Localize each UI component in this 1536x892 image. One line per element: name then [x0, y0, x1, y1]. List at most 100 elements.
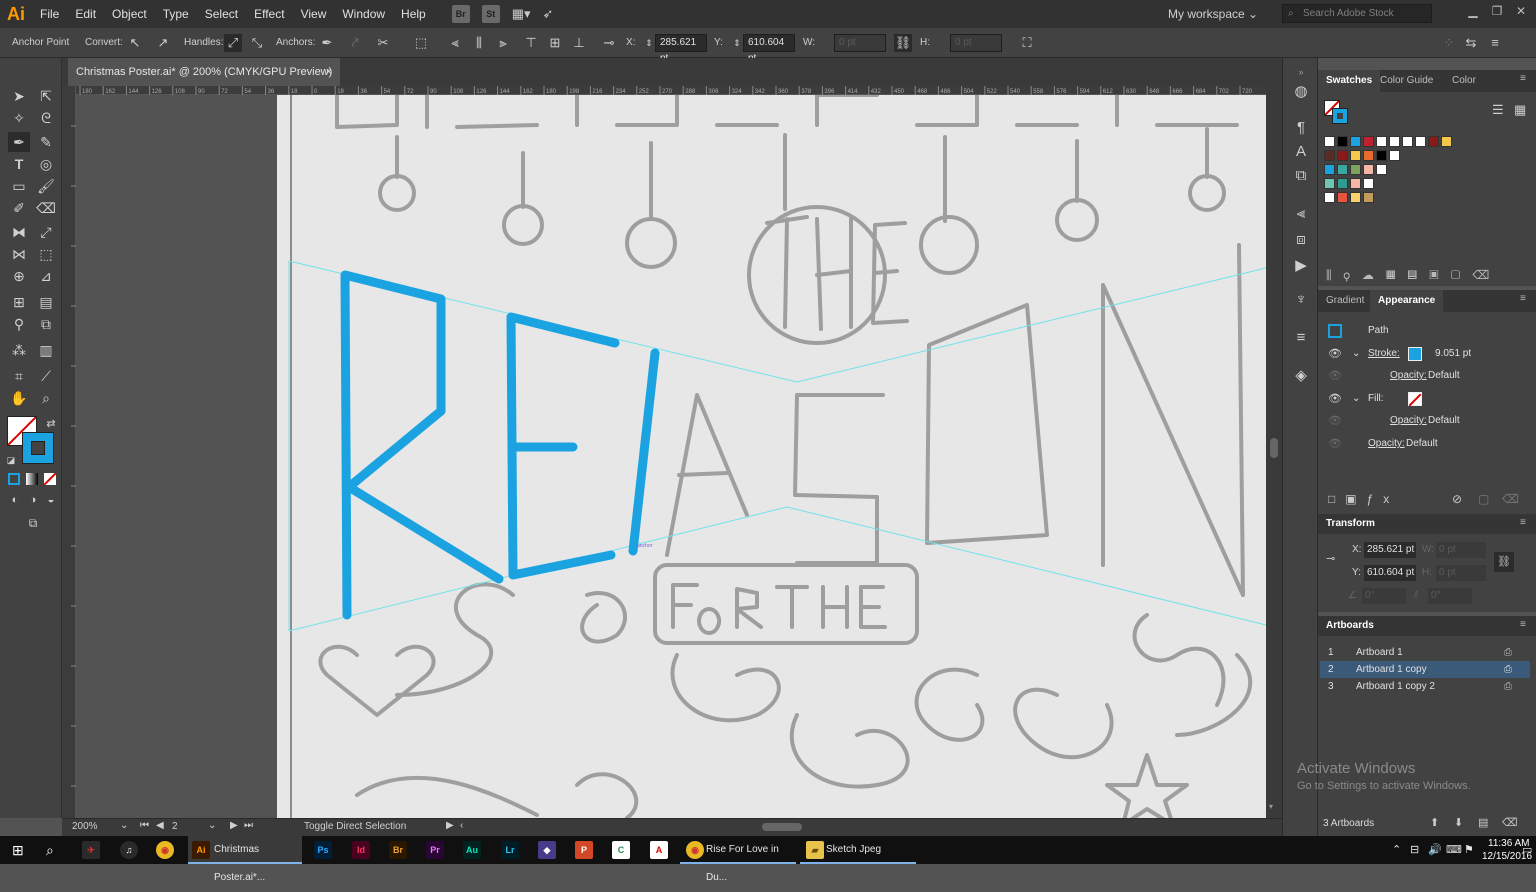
menu-lines-icon[interactable]: ≡: [1291, 328, 1311, 348]
color-swatch[interactable]: [1428, 136, 1439, 147]
artboard-tool-icon[interactable]: ⌗: [8, 366, 30, 386]
x-field[interactable]: 285.621 pt: [655, 34, 707, 64]
constrain-proportions-icon[interactable]: ⛓: [894, 34, 912, 52]
restore-button[interactable]: ❐: [1486, 2, 1508, 20]
transform-w-field[interactable]: 0 pt: [1436, 542, 1486, 558]
align-left-icon[interactable]: ⫷: [446, 34, 464, 52]
artboard-options-icon[interactable]: ⎙: [1504, 644, 1512, 661]
artboard-row[interactable]: 3 Artboard 1 copy 2 ⎙: [1320, 678, 1530, 695]
transform-menu-icon[interactable]: ≡: [1520, 518, 1530, 528]
color-swatch[interactable]: [1441, 136, 1452, 147]
transform-reference-icon[interactable]: ⬚: [412, 34, 430, 52]
artboards-menu-icon[interactable]: ≡: [1520, 620, 1530, 630]
curvature-tool-icon[interactable]: ✎: [35, 132, 57, 152]
artboard-row[interactable]: 1 Artboard 1 ⎙: [1320, 644, 1530, 661]
prev-artboard-icon[interactable]: ◀: [156, 820, 164, 831]
rectangle-tool-icon[interactable]: ▭: [8, 176, 30, 196]
transform-x-field[interactable]: 285.621 pt: [1364, 542, 1416, 558]
h-field[interactable]: 0 pt: [950, 34, 1002, 52]
photoshop-icon[interactable]: Ps: [314, 841, 332, 859]
first-artboard-icon[interactable]: ⏮: [140, 820, 149, 831]
color-swatch[interactable]: [1324, 178, 1335, 189]
color-swatch[interactable]: [1324, 150, 1335, 161]
menu-file[interactable]: File: [32, 0, 67, 28]
stroke-expand-icon[interactable]: ⌄: [1352, 343, 1360, 365]
shape-builder-tool-icon[interactable]: ⊕: [8, 266, 30, 286]
gradient-tool-icon[interactable]: ▤: [35, 292, 57, 312]
color-swatch[interactable]: [1376, 136, 1387, 147]
magic-wand-tool-icon[interactable]: ✧: [8, 108, 30, 128]
puppet-icon[interactable]: ♆: [1291, 290, 1311, 310]
visual-studio-icon[interactable]: ◆: [538, 841, 556, 859]
chrome-icon[interactable]: ◉: [156, 841, 174, 859]
character-icon[interactable]: A: [1291, 142, 1311, 162]
object-opacity-visibility-icon[interactable]: 👁: [1328, 433, 1342, 455]
swap-fill-stroke-icon[interactable]: ⇄: [40, 414, 62, 434]
appearance-menu-icon[interactable]: ≡: [1520, 294, 1530, 304]
color-swatch[interactable]: [1363, 192, 1374, 203]
arrange-icon[interactable]: ⁘: [1440, 34, 1458, 52]
convert-smooth-icon[interactable]: ↗: [154, 34, 172, 52]
color-swatch[interactable]: [1376, 164, 1387, 175]
list-view-icon[interactable]: ☰: [1492, 102, 1504, 118]
color-swatch[interactable]: [1324, 136, 1335, 147]
stroke-color-swatch[interactable]: [1408, 347, 1422, 361]
document-tab[interactable]: Christmas Poster.ai* @ 200% (CMYK/GPU Pr…: [68, 58, 340, 86]
windows-start-icon[interactable]: ⊞: [12, 836, 24, 864]
scroll-thumb[interactable]: [1270, 438, 1278, 458]
color-swatch[interactable]: [1415, 136, 1426, 147]
stroke-weight[interactable]: 9.051 pt: [1435, 343, 1471, 365]
type-tool-icon[interactable]: T: [8, 154, 30, 174]
color-swatch[interactable]: [1337, 150, 1348, 161]
default-fill-stroke-icon[interactable]: ◪: [0, 450, 22, 470]
align-bottom-icon[interactable]: ⊥: [570, 34, 588, 52]
taskbar-chrome-window[interactable]: ◉ Rise For Love in Du...: [680, 836, 796, 883]
rotate-field[interactable]: 0°: [1362, 588, 1406, 604]
constrain-link-icon[interactable]: ⛓: [1494, 552, 1514, 572]
artboard-number[interactable]: 2: [172, 821, 178, 832]
move-up-icon[interactable]: ⬆: [1430, 816, 1439, 829]
blend-tool-icon[interactable]: ⧉: [35, 314, 57, 334]
color-swatch[interactable]: [1363, 164, 1374, 175]
stroke-swatch[interactable]: [22, 432, 54, 464]
align-center-icon[interactable]: ⫼: [470, 34, 488, 52]
notifications-icon[interactable]: ▭: [1522, 836, 1532, 864]
delete-artboard-icon[interactable]: ⌫: [1502, 816, 1518, 829]
color-swatch[interactable]: [1376, 150, 1387, 161]
artboard-options-icon[interactable]: ⎙: [1504, 661, 1512, 678]
layers-icon[interactable]: ◈: [1291, 366, 1311, 386]
paragraph-icon[interactable]: ¶: [1291, 118, 1311, 138]
transform-y-field[interactable]: 610.604 pt: [1364, 565, 1416, 581]
show-handles-icon[interactable]: ⤢: [224, 34, 242, 52]
eraser-tool-icon[interactable]: ⌫: [35, 198, 57, 218]
y-field[interactable]: 610.604 pt: [743, 34, 795, 64]
remove-anchor-icon[interactable]: ✒: [318, 34, 336, 52]
free-transform-tool-icon[interactable]: ⬚: [35, 244, 57, 264]
premiere-icon[interactable]: Pr: [426, 841, 444, 859]
taskbar-illustrator-window[interactable]: Ai Christmas Poster.ai*...: [188, 836, 302, 883]
app-icon[interactable]: ✈: [82, 841, 100, 859]
stroke-opacity-label[interactable]: Opacity:: [1390, 365, 1427, 387]
artboard[interactable]: anchor: [277, 95, 1266, 818]
menu-help[interactable]: Help: [393, 0, 434, 28]
reflect-tool-icon[interactable]: ⧓: [8, 222, 30, 242]
color-swatch[interactable]: [1337, 164, 1348, 175]
new-artboard-icon[interactable]: ▤: [1478, 816, 1488, 829]
actions-icon[interactable]: ▶: [1291, 256, 1311, 276]
minimize-button[interactable]: ▁: [1462, 2, 1484, 20]
adobe-stock-search-input[interactable]: ⌕ Search Adobe Stock: [1282, 4, 1432, 23]
tab-swatches[interactable]: Swatches: [1318, 70, 1381, 92]
next-artboard-icon[interactable]: ▶: [230, 820, 238, 831]
close-tab-icon[interactable]: ×: [326, 58, 332, 86]
lasso-tool-icon[interactable]: ᘓ: [35, 108, 57, 128]
isolate-icon[interactable]: ⛶: [1018, 34, 1036, 52]
zoom-level[interactable]: 200%: [72, 821, 98, 832]
color-theme-icon[interactable]: ◍: [1291, 82, 1311, 102]
shear-field[interactable]: 0°: [1428, 588, 1472, 604]
tab-color[interactable]: Color: [1444, 70, 1484, 92]
tab-appearance[interactable]: Appearance: [1370, 290, 1444, 312]
control-menu-icon[interactable]: ≡: [1486, 34, 1504, 52]
workspace-switcher[interactable]: My workspace ⌄: [1168, 0, 1268, 28]
last-artboard-icon[interactable]: ⏭: [244, 820, 253, 831]
draw-inside-icon[interactable]: ◒: [40, 490, 62, 510]
